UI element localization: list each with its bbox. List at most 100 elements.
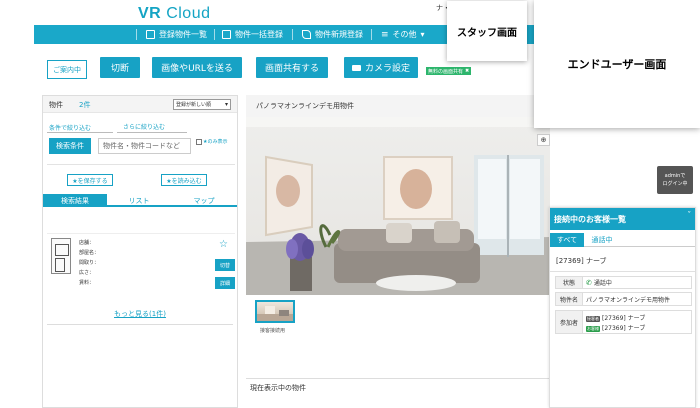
nav-label: その他 xyxy=(392,30,417,39)
share-screen-button[interactable]: 画面共有する xyxy=(256,57,328,78)
nav-separator xyxy=(371,29,372,40)
divider xyxy=(117,132,187,133)
status-text: 通話中 xyxy=(593,280,612,287)
send-image-url-button[interactable]: 画像やURLを送る xyxy=(152,57,242,78)
nav-item-bulk-register[interactable]: 物件一括登録 xyxy=(222,28,283,41)
property-search-panel: 物件 2件 登録が新しい順 ▾ 条件で絞り込む さらに絞り込む 検索条件 物件名… xyxy=(42,95,238,408)
filter-by-condition-link[interactable]: 条件で絞り込む xyxy=(49,123,91,132)
chevron-down-icon: ▾ xyxy=(420,30,425,39)
tab-all[interactable]: すべて xyxy=(550,233,584,247)
panorama-thumbnail[interactable] xyxy=(255,300,295,323)
customer-id: [27369] ナーブ xyxy=(556,257,607,265)
load-star-button[interactable]: ★を読み込む xyxy=(161,174,207,186)
status-label: 状態 xyxy=(555,276,583,289)
thumbnail-label: 接客接続用 xyxy=(260,328,286,334)
switch-property-button[interactable]: 切替 xyxy=(215,259,235,271)
save-star-button[interactable]: ★を保存する xyxy=(67,174,113,186)
only-star-checkbox[interactable]: ★のみ表示 xyxy=(196,138,227,145)
nav-item-property-list[interactable]: 登録物件一覧 xyxy=(146,28,207,41)
property-title: パノラマオンラインデモ用物件 xyxy=(256,102,354,110)
chevron-down-icon: ▾ xyxy=(224,101,228,108)
checkbox-icon xyxy=(196,138,202,145)
sort-selected-value: 登録が新しい順 xyxy=(176,102,212,108)
nav-item-new-register[interactable]: 物件新規登録 xyxy=(302,28,363,41)
property-count: 2件 xyxy=(79,101,91,109)
property-panel-header: 物件 2件 登録が新しい順 ▾ xyxy=(43,96,237,113)
sort-select[interactable]: 登録が新しい順 ▾ xyxy=(173,99,231,110)
camera-settings-label: カメラ設定 xyxy=(364,64,410,74)
close-icon: ✖ xyxy=(465,68,470,74)
list-icon xyxy=(146,30,155,39)
guiding-status-button[interactable]: ご案内中 xyxy=(47,60,87,79)
customers-panel-title: 接続中のお客様一覧 xyxy=(554,214,626,224)
customers-panel-header[interactable]: 接続中のお客様一覧 ˇ xyxy=(550,208,695,230)
nav-label: 登録物件一覧 xyxy=(159,30,207,39)
property-value: パノラマオンラインデモ用物件 xyxy=(583,292,692,306)
trial-badge: 無料の画面共有 ✖ xyxy=(426,67,472,75)
role-badge: お客様 xyxy=(586,325,600,332)
only-star-label: ★のみ表示 xyxy=(203,139,228,145)
show-more-link[interactable]: もっと見る(1件) xyxy=(43,309,237,319)
room-panorama-image xyxy=(246,117,550,295)
participant-customer: お客様 [27369] ナーブ xyxy=(586,323,645,332)
property-search-input[interactable]: 物件名・物件コードなど xyxy=(98,138,191,154)
connected-customers-panel: 接続中のお客様一覧 ˇ すべて 通話中 [27369] ナーブ 状態 ✆ 通話中 … xyxy=(549,207,696,408)
participants-row: 参加者 接客者 [27369] ナーブ お客様 [27369] ナーブ xyxy=(555,310,692,334)
admin-badge-line1: adminで xyxy=(664,173,686,179)
property-label: 物件名 xyxy=(555,292,583,306)
divider xyxy=(47,132,113,133)
participants-list: 接客者 [27369] ナーブ お客様 [27369] ナーブ xyxy=(583,310,692,334)
app-logo[interactable]: VR Cloud xyxy=(138,5,211,23)
field-area: 広さ： xyxy=(79,270,95,276)
camera-settings-button[interactable]: カメラ設定 xyxy=(344,57,418,78)
nav-label: 物件一括登録 xyxy=(235,30,283,39)
nav-item-other[interactable]: ≡ その他 ▾ xyxy=(381,28,425,41)
divider xyxy=(47,324,233,325)
panorama-viewer[interactable] xyxy=(246,117,550,295)
customer-tabs: すべて 通話中 xyxy=(550,233,695,247)
favorite-star-icon[interactable]: ☆ xyxy=(219,239,228,250)
participant-text: [27369] ナーブ xyxy=(602,314,646,322)
result-tabs: 検索結果 リスト マップ xyxy=(43,194,237,207)
nav-separator xyxy=(214,29,215,40)
admin-badge-line2: ログイン中 xyxy=(662,181,688,187)
nav-separator xyxy=(136,29,137,40)
current-property-label: 現在表示中の物件 xyxy=(250,384,306,392)
camera-icon xyxy=(351,64,361,71)
pencil-icon xyxy=(302,30,311,39)
divider xyxy=(550,271,695,272)
floorplan-thumbnail[interactable] xyxy=(51,238,71,274)
disconnect-button[interactable]: 切断 xyxy=(100,57,140,78)
property-card[interactable]: 店舗： 部屋名： 間取り： 広さ： 賃料： ☆ 切替 詳細 xyxy=(47,233,235,297)
participant-staff: 接客者 [27369] ナーブ xyxy=(586,313,645,322)
collapse-icon[interactable]: ˇ xyxy=(688,211,692,219)
panorama-header: パノラマオンラインデモ用物件 xyxy=(246,95,550,117)
end-user-screen-label: エンドユーザー画面 xyxy=(534,0,700,128)
field-rent: 賃料： xyxy=(79,280,95,286)
tab-map[interactable]: マップ xyxy=(171,194,237,207)
field-room-name: 部屋名： xyxy=(79,250,100,256)
field-store: 店舗： xyxy=(79,240,95,246)
trial-badge-label: 無料の画面共有 xyxy=(428,68,464,75)
panorama-thumbnail-image xyxy=(257,306,293,321)
role-badge: 接客者 xyxy=(586,315,600,322)
field-layout: 間取り： xyxy=(79,260,100,266)
zoom-icon[interactable]: ⊕ xyxy=(537,134,550,146)
tab-search-results[interactable]: 検索結果 xyxy=(43,194,107,207)
participants-label: 参加者 xyxy=(555,310,583,334)
search-condition-button[interactable]: 検索条件 xyxy=(49,138,91,154)
divider xyxy=(246,378,550,379)
tab-in-call[interactable]: 通話中 xyxy=(584,233,620,247)
property-detail-button[interactable]: 詳細 xyxy=(215,277,235,289)
tab-list[interactable]: リスト xyxy=(107,194,171,207)
divider xyxy=(47,164,235,165)
status-row: 状態 ✆ 通話中 xyxy=(555,276,692,289)
nav-separator xyxy=(292,29,293,40)
upload-icon xyxy=(222,30,231,39)
panel-title: 物件 xyxy=(49,101,63,109)
nav-label: 物件新規登録 xyxy=(315,30,363,39)
narrow-down-link[interactable]: さらに絞り込む xyxy=(123,122,165,131)
admin-login-badge: adminで ログイン中 xyxy=(657,166,693,194)
phone-icon: ✆ xyxy=(586,278,592,287)
property-row: 物件名 パノラマオンラインデモ用物件 xyxy=(555,292,692,306)
